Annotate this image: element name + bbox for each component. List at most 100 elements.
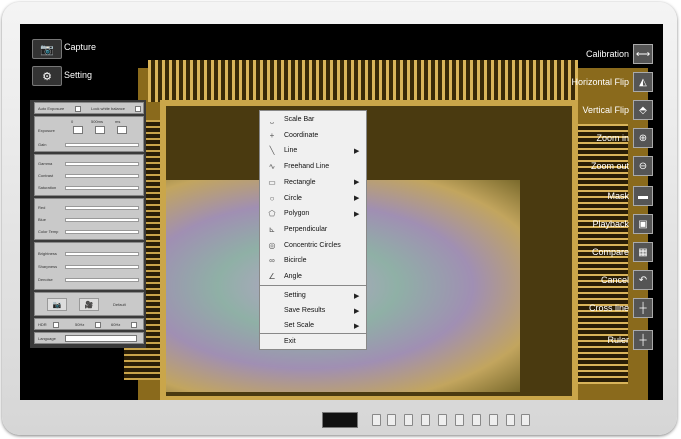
sharpness-slider[interactable]: [65, 265, 139, 269]
toolbar-item-zoom-out[interactable]: Zoom out ⊖: [591, 156, 653, 176]
cancel-icon[interactable]: ↶: [633, 270, 653, 290]
toolbar-item-label: Compare: [591, 247, 629, 257]
hdr-label: HDR: [38, 322, 47, 327]
denoise-label: Denoise: [38, 277, 53, 282]
exposure-mode-box: Auto Exposure Lock white balance: [34, 102, 144, 114]
setting-button[interactable]: ⚙: [32, 66, 62, 86]
bezel-button[interactable]: [489, 414, 498, 426]
auto-exposure-checkbox[interactable]: [75, 106, 81, 112]
record-button[interactable]: 🎥: [79, 298, 99, 311]
ruler-icon[interactable]: ┼: [633, 330, 653, 350]
zoom-out-icon[interactable]: ⊖: [633, 156, 653, 176]
menu-item-scale-bar[interactable]: ⎵ Scale Bar: [260, 112, 366, 127]
exposure-scale-mid: 500ms: [91, 119, 104, 124]
polygon-icon: ⬠: [268, 209, 276, 219]
red-slider[interactable]: [65, 206, 139, 210]
cross-line-icon[interactable]: ┼: [633, 298, 653, 318]
toolbar-item-cancel[interactable]: Cancel ↶: [601, 270, 653, 290]
toolbar-item-label: Zoom in: [596, 133, 629, 143]
playback-icon[interactable]: ▣: [633, 214, 653, 234]
toolbar-item-ruler[interactable]: Ruler ┼: [607, 330, 653, 350]
menu-item-exit[interactable]: Exit: [260, 334, 366, 349]
toolbar-item-mask[interactable]: Mask ▬: [607, 186, 653, 206]
compare-icon[interactable]: ▦: [633, 242, 653, 262]
saturation-slider[interactable]: [65, 186, 139, 190]
setting-label: Setting: [64, 70, 93, 80]
color-temp-slider[interactable]: [65, 230, 139, 234]
blue-slider[interactable]: [65, 218, 139, 222]
bezel-button[interactable]: [521, 414, 530, 426]
calibration-icon[interactable]: ⟷: [633, 44, 653, 64]
bezel-button[interactable]: [404, 414, 413, 426]
blue-label: Blue: [38, 217, 47, 222]
menu-item-rectangle[interactable]: ▭ Rectangle ▶: [260, 175, 366, 190]
menu-item-label: Concentric Circles: [284, 241, 341, 249]
lock-white-balance-checkbox[interactable]: [135, 106, 141, 112]
60hz-label: 60Hz: [111, 322, 121, 327]
zoom-in-icon[interactable]: ⊕: [633, 128, 653, 148]
menu-item-perpendicular[interactable]: ⊾ Perpendicular: [260, 222, 366, 237]
hdr-checkbox[interactable]: [53, 322, 59, 328]
toolbar-item-label: Mask: [607, 191, 629, 201]
toolbar-item-horizontal-flip[interactable]: Horizontal Flip ◭: [571, 72, 653, 92]
capture-button[interactable]: 📷: [32, 39, 62, 59]
mask-icon[interactable]: ▬: [633, 186, 653, 206]
auto-exposure-label: Auto Exposure: [38, 106, 65, 111]
menu-item-label: Rectangle: [284, 178, 316, 186]
denoise-slider[interactable]: [65, 278, 139, 282]
exposure-field-1[interactable]: [73, 126, 83, 134]
capture-label: Capture: [64, 42, 97, 52]
status-display: [322, 412, 358, 428]
toolbar-item-vertical-flip[interactable]: Vertical Flip ⬘: [582, 100, 653, 120]
menu-item-concentric-circles[interactable]: ◎ Concentric Circles: [260, 238, 366, 253]
color-box: Red Blue Color Temp: [34, 198, 144, 240]
menu-item-coordinate[interactable]: + Coordinate: [260, 128, 366, 143]
color-temp-label: Color Temp: [38, 229, 59, 234]
vertical-flip-icon[interactable]: ⬘: [633, 100, 653, 120]
sharpness-box: Brightness Sharpness Denoise: [34, 242, 144, 290]
camera-icon: 📷: [52, 301, 62, 309]
toolbar-item-zoom-in[interactable]: Zoom in ⊕: [596, 128, 653, 148]
bezel-button[interactable]: [438, 414, 447, 426]
submenu-arrow-icon: ▶: [354, 210, 360, 218]
gain-slider[interactable]: [65, 143, 139, 147]
menu-item-setting[interactable]: Setting ▶: [260, 288, 366, 303]
exposure-field-3[interactable]: [117, 126, 127, 134]
menu-item-angle[interactable]: ∠ Angle: [260, 269, 366, 284]
submenu-arrow-icon: ▶: [354, 195, 360, 202]
menu-item-freehand-line[interactable]: ∿ Freehand Line: [260, 159, 366, 174]
bezel-button[interactable]: [506, 414, 515, 426]
bezel-button[interactable]: [472, 414, 481, 426]
snapshot-button[interactable]: 📷: [47, 298, 67, 311]
menu-item-polygon[interactable]: ⬠ Polygon ▶: [260, 206, 366, 221]
freehand-line-icon: ∿: [268, 162, 276, 172]
exposure-field-2[interactable]: [95, 126, 105, 134]
default-box: 📷 🎥 Default: [34, 292, 144, 316]
brightness-slider[interactable]: [65, 252, 139, 256]
default-button[interactable]: Default: [113, 302, 126, 307]
menu-item-label: Scale Bar: [284, 116, 315, 123]
toolbar-item-playback[interactable]: Playback ▣: [592, 214, 653, 234]
language-select[interactable]: [65, 335, 137, 342]
bezel-button[interactable]: [387, 414, 396, 426]
toolbar-item-compare[interactable]: Compare ▦: [592, 242, 653, 262]
menu-item-label: Line: [284, 147, 298, 155]
measurement-context-menu: ⎵ Scale Bar + Coordinate ╲ Line ▶ ∿ Freehand Lin…: [259, 110, 367, 350]
toolbar-item-calibration[interactable]: Calibration ⟷: [586, 44, 653, 64]
contrast-slider[interactable]: [65, 174, 139, 178]
gamma-slider[interactable]: [65, 162, 139, 166]
menu-item-save-results[interactable]: Save Results ▶: [260, 303, 366, 318]
bezel-button[interactable]: [421, 414, 430, 426]
red-label: Red: [38, 205, 46, 210]
horizontal-flip-icon[interactable]: ◭: [633, 72, 653, 92]
toolbar-item-cross-line[interactable]: Cross line ┼: [589, 298, 653, 318]
60hz-radio[interactable]: [131, 322, 137, 328]
50hz-radio[interactable]: [95, 322, 101, 328]
bezel-button[interactable]: [455, 414, 464, 426]
bezel-button[interactable]: [372, 414, 381, 426]
menu-item-bicircle[interactable]: ∞ Bicircle: [260, 253, 366, 268]
menu-item-set-scale[interactable]: Set Scale ▶: [260, 318, 366, 333]
menu-item-circle[interactable]: ○ Circle ▶: [260, 191, 366, 206]
video-camera-icon: 🎥: [84, 301, 94, 309]
menu-item-line[interactable]: ╲ Line ▶: [260, 143, 366, 158]
